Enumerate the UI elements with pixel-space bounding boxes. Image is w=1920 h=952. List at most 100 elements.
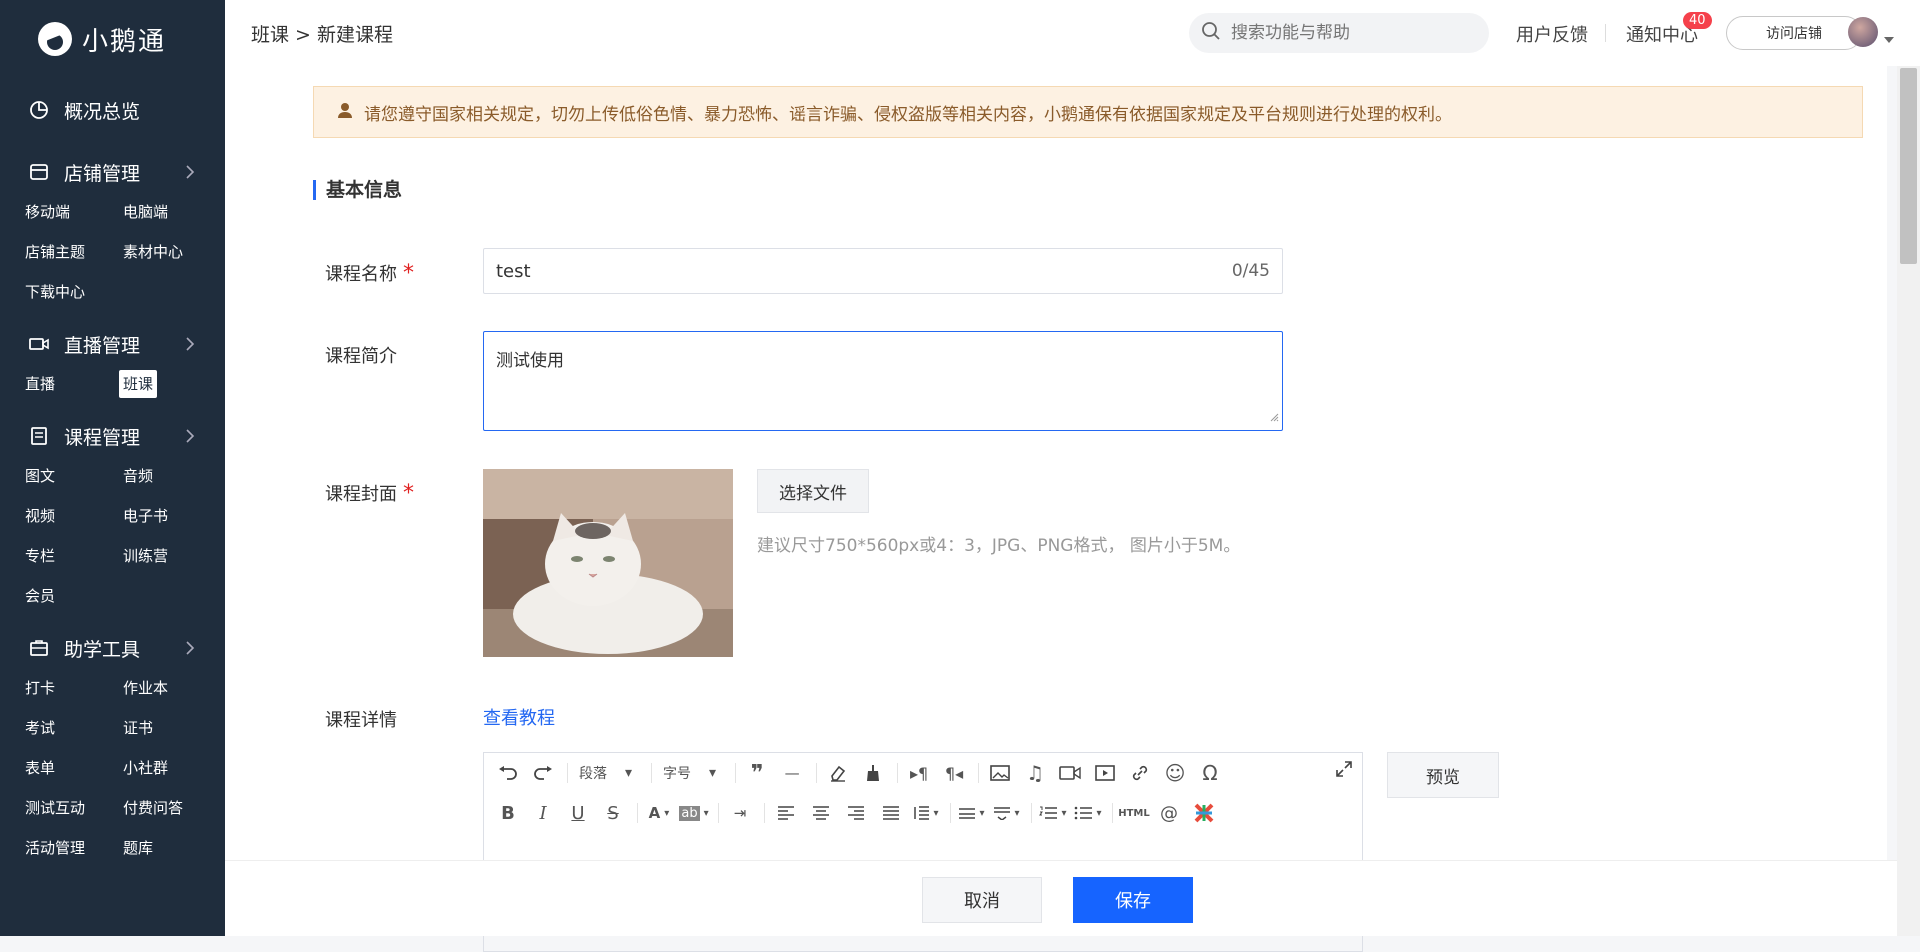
nav-course-management[interactable]: 课程管理 [0,416,225,456]
cover-image[interactable] [483,469,733,657]
sidebar-item-material-center[interactable]: 素材中心 [123,232,221,272]
rtl-icon[interactable]: ¶◂ [938,758,970,788]
nav-store-submenu: 移动端 电脑端 店铺主题 素材中心 下载中心 [0,192,225,312]
user-icon [338,102,352,123]
sidebar-item-class[interactable]: 班课 [119,370,158,398]
align-right-icon[interactable] [840,798,872,828]
fullscreen-icon[interactable] [1336,761,1352,781]
avatar[interactable] [1848,17,1878,47]
visit-store-button[interactable]: 访问店铺 [1726,16,1862,50]
nav-learning-tools[interactable]: 助学工具 [0,628,225,668]
sidebar-item-pc[interactable]: 电脑端 [123,192,221,232]
line-height-icon[interactable]: ▾ [910,798,942,828]
sidebar-item-member[interactable]: 会员 [25,576,123,616]
redo-icon[interactable] [527,758,559,788]
preview-button[interactable]: 预览 [1387,752,1499,798]
paragraph-select[interactable]: 段落 ▾ [573,758,638,788]
course-intro-value[interactable]: 测试使用 [496,351,564,371]
sidebar-item-activity[interactable]: 活动管理 [25,828,123,868]
image-icon[interactable] [984,758,1016,788]
nav-live-management-label: 直播管理 [64,334,141,357]
italic-icon[interactable]: I [527,798,559,828]
sidebar-item-download-center[interactable]: 下载中心 [25,272,123,312]
footer-action-bar: 取消 保存 [225,860,1897,936]
caret-down-icon[interactable] [1884,28,1894,47]
sidebar-item-article[interactable]: 图文 [25,456,123,496]
nav-live-management[interactable]: 直播管理 [0,324,225,364]
sidebar-item-quiz[interactable]: 测试互动 [25,788,123,828]
choose-file-button[interactable]: 选择文件 [757,469,869,513]
sidebar-item-audio[interactable]: 音频 [123,456,221,496]
sidebar-item-store-theme[interactable]: 店铺主题 [25,232,123,272]
underline-icon[interactable]: U [562,798,594,828]
cancel-button[interactable]: 取消 [922,877,1042,923]
sidebar-item-certificate[interactable]: 证书 [123,708,221,748]
sidebar-item-column[interactable]: 专栏 [25,536,123,576]
sidebar-item-ebook[interactable]: 电子书 [123,496,221,536]
course-name-input[interactable]: test 0/45 [483,248,1283,294]
blockquote-icon[interactable]: ❞ [741,758,773,788]
course-intro-textarea[interactable]: 测试使用 [483,331,1283,431]
spacing-after-icon[interactable]: ▾ [991,798,1023,828]
emoji-icon[interactable]: ☺ [1159,758,1191,788]
format-painter-icon[interactable] [857,758,889,788]
logo[interactable]: 小鹅通 [0,0,225,78]
sidebar-item-form[interactable]: 表单 [25,748,123,788]
font-size-select[interactable]: 字号 ▾ [657,758,722,788]
feedback-link[interactable]: 用户反馈 [1516,21,1588,47]
font-color-icon[interactable]: A ▾ [643,798,675,828]
special-char-icon[interactable]: Ω [1194,758,1226,788]
tutorial-link[interactable]: 查看教程 [483,704,555,730]
video-icon[interactable] [1054,758,1086,788]
media-icon[interactable] [1089,758,1121,788]
align-justify-icon[interactable] [875,798,907,828]
html-source-icon[interactable]: HTML [1118,798,1150,828]
sidebar-item-video[interactable]: 视频 [25,496,123,536]
toolbar-separator [1112,803,1113,823]
eraser-icon[interactable] [822,758,854,788]
nav-overview[interactable]: 概况总览 [0,90,225,130]
course-name-label-text: 课程名称 [325,264,397,285]
sidebar-item-mobile[interactable]: 移动端 [25,192,123,232]
scrollbar[interactable] [1897,66,1920,936]
indent-icon[interactable]: ⇥ [724,798,756,828]
sidebar-item-question-bank[interactable]: 题库 [123,828,221,868]
nav-overview-label: 概况总览 [64,100,141,123]
course-cover-label: 课程封面 * [325,480,414,506]
caret-down-icon: ▾ [625,765,633,781]
align-left-icon[interactable] [770,798,802,828]
music-icon[interactable]: ♫ [1019,758,1051,788]
sidebar-item-community[interactable]: 小社群 [123,748,221,788]
course-name-value[interactable]: test [496,261,1232,282]
plugin-icon[interactable] [1188,798,1220,828]
unordered-list-icon[interactable]: ▾ [1072,798,1104,828]
search-input[interactable] [1231,23,1471,43]
breadcrumb[interactable]: 班课 > 新建课程 [251,20,393,47]
align-center-icon[interactable] [805,798,837,828]
ordered-list-icon[interactable]: ▾ [1037,798,1069,828]
section-title: 基本信息 [313,180,402,200]
nav-store-management[interactable]: 店铺管理 [0,152,225,192]
required-mark: * [403,481,414,506]
sidebar-item-checkin[interactable]: 打卡 [25,668,123,708]
sidebar-item-homework[interactable]: 作业本 [123,668,221,708]
notification-badge: 40 [1683,12,1712,29]
resize-handle-icon[interactable] [1269,407,1279,427]
background-color-icon[interactable]: ab ▾ [678,798,710,828]
search-box[interactable] [1189,13,1489,53]
ltr-icon[interactable]: ▸¶ [903,758,935,788]
undo-icon[interactable] [492,758,524,788]
scrollbar-thumb[interactable] [1900,68,1917,264]
sidebar-item-live[interactable]: 直播 [25,364,123,404]
horizontal-rule-icon[interactable]: — [776,758,808,788]
link-icon[interactable] [1124,758,1156,788]
sidebar-item-exam[interactable]: 考试 [25,708,123,748]
strikethrough-icon[interactable]: S [597,798,629,828]
sidebar-item-camp[interactable]: 训练营 [123,536,221,576]
save-button[interactable]: 保存 [1073,877,1193,923]
bold-icon[interactable]: B [492,798,524,828]
sidebar-item-paid-qa[interactable]: 付费问答 [123,788,221,828]
toolbar-separator [1031,803,1032,823]
search-replace-icon[interactable]: @ [1153,798,1185,828]
spacing-before-icon[interactable]: ▾ [956,798,988,828]
